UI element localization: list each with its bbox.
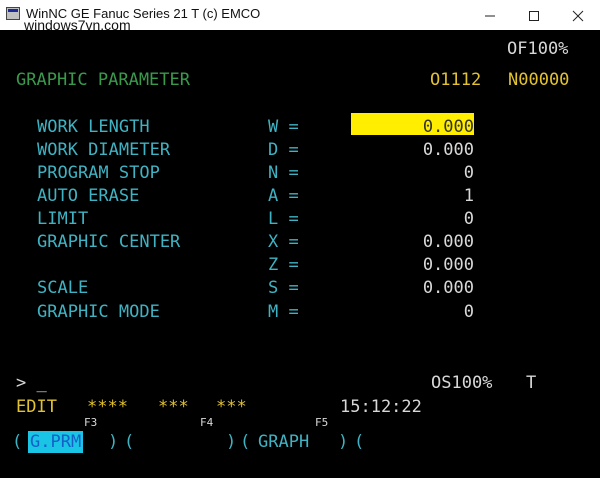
- param-value[interactable]: 0: [352, 302, 474, 322]
- param-letter: M =: [268, 302, 299, 322]
- param-letter: A =: [268, 186, 299, 206]
- f3-key-label: F3: [84, 416, 98, 429]
- channel-indicator: T: [526, 373, 537, 393]
- spindle-override: OS100%: [431, 373, 493, 393]
- param-value[interactable]: 0.000: [352, 255, 474, 275]
- softkey-bracket: ): [338, 432, 349, 452]
- block-number: N00000: [508, 70, 570, 90]
- param-label: SCALE: [37, 278, 89, 298]
- app-icon: [6, 7, 20, 20]
- param-label: AUTO ERASE: [37, 186, 140, 206]
- softkey-bracket: (: [240, 432, 251, 452]
- param-value[interactable]: 1: [352, 186, 474, 206]
- param-value[interactable]: 0: [352, 163, 474, 183]
- cnc-screen: OF100% GRAPHIC PARAMETER O1112 N00000 WO…: [0, 30, 600, 478]
- param-label: GRAPHIC CENTER: [37, 232, 181, 252]
- input-prompt[interactable]: > _: [16, 373, 47, 393]
- param-label: GRAPHIC MODE: [37, 302, 160, 322]
- softkey-graph[interactable]: GRAPH: [258, 431, 309, 453]
- softkey-bracket: ): [108, 432, 119, 452]
- feed-override: OF100%: [507, 39, 569, 59]
- param-letter: L =: [268, 209, 299, 229]
- status-stars: ***: [158, 397, 189, 417]
- param-value[interactable]: 0.000: [352, 140, 474, 160]
- softkey-bracket: (: [12, 432, 23, 452]
- f5-key-label: F5: [315, 416, 329, 429]
- softkey-bracket: (: [124, 432, 135, 452]
- param-letter: W =: [268, 117, 299, 137]
- param-value[interactable]: 0: [352, 209, 474, 229]
- clock: 15:12:22: [340, 397, 422, 417]
- param-label: LIMIT: [37, 209, 89, 229]
- status-stars: ***: [216, 397, 247, 417]
- softkey-gprm[interactable]: G.PRM: [28, 431, 84, 453]
- param-letter: X =: [268, 232, 299, 252]
- param-value[interactable]: 0.000: [352, 232, 474, 252]
- param-letter: S =: [268, 278, 299, 298]
- close-icon: [572, 10, 584, 22]
- minimize-button[interactable]: [468, 2, 512, 28]
- param-letter: D =: [268, 140, 299, 160]
- window-titlebar: WinNC GE Fanuc Series 21 T (c) EMCO wind…: [0, 0, 600, 33]
- mode-indicator: EDIT: [16, 397, 57, 417]
- param-value-input[interactable]: 0.000: [352, 117, 474, 137]
- status-stars: ****: [87, 397, 128, 417]
- screen-title: GRAPHIC PARAMETER: [16, 70, 190, 90]
- maximize-button[interactable]: [512, 2, 556, 28]
- param-label: PROGRAM STOP: [37, 163, 160, 183]
- minimize-icon: [485, 15, 495, 17]
- param-label: WORK DIAMETER: [37, 140, 171, 160]
- param-value[interactable]: 0.000: [352, 278, 474, 298]
- maximize-icon: [529, 11, 539, 21]
- softkey-bracket: ): [226, 432, 237, 452]
- close-button[interactable]: [556, 2, 600, 28]
- param-letter: Z =: [268, 255, 299, 275]
- softkey-bracket: (: [354, 432, 365, 452]
- program-number: O1112: [430, 70, 482, 90]
- param-label: WORK LENGTH: [37, 117, 150, 137]
- param-letter: N =: [268, 163, 299, 183]
- f4-key-label: F4: [200, 416, 214, 429]
